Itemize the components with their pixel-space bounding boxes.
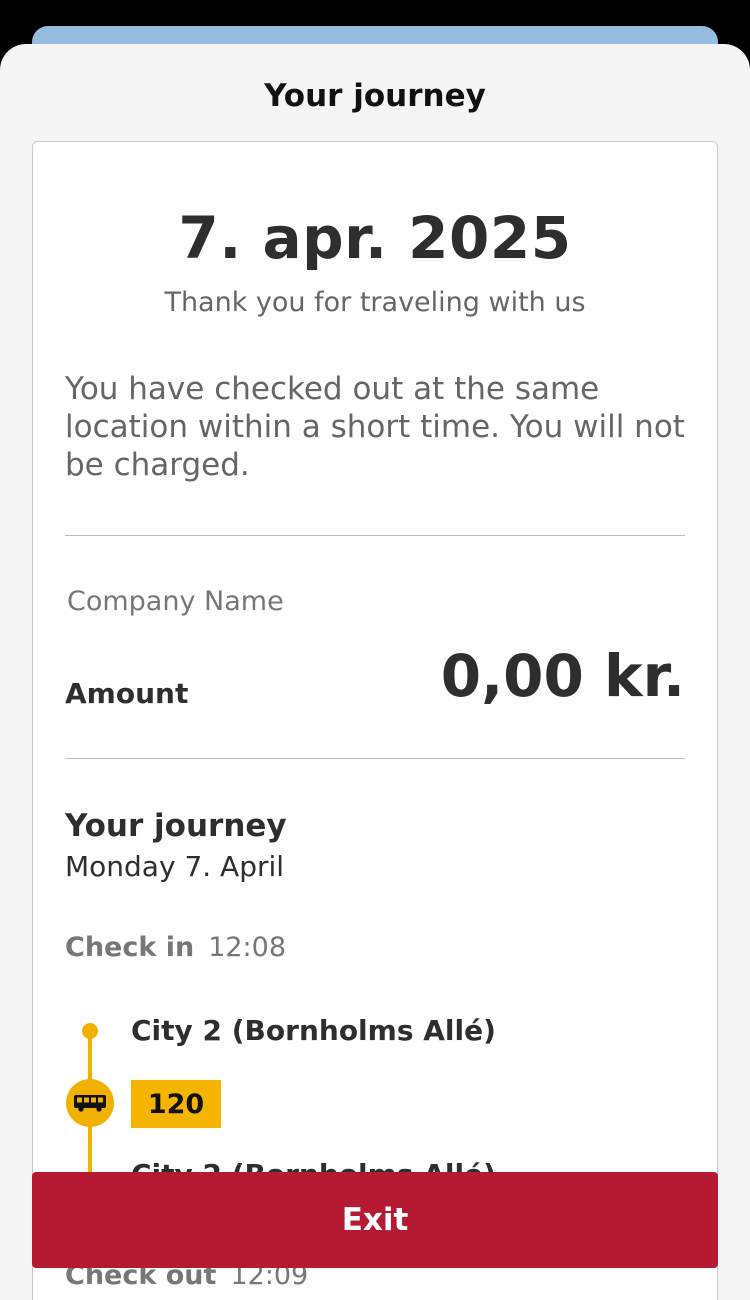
amount-value: 0,00 kr.: [440, 642, 685, 710]
company-name: Company Name: [67, 586, 284, 617]
thank-you-text: Thank you for traveling with us: [164, 287, 586, 318]
journey-day: Monday 7. April: [65, 850, 285, 883]
line-number-badge: 120: [131, 1080, 221, 1128]
amount-label: Amount: [65, 677, 189, 710]
journey-heading: Your journey: [65, 808, 287, 844]
receipt-date: 7. apr. 2025: [178, 204, 572, 272]
check-in-label: Check in: [65, 932, 195, 963]
bus-icon: [66, 1079, 114, 1127]
exit-button[interactable]: Exit: [32, 1172, 718, 1268]
check-in-time: 12:08: [208, 932, 286, 963]
origin-stop: City 2 (Bornholms Allé): [131, 1014, 496, 1047]
divider: [65, 535, 685, 536]
sheet-title: Your journey: [264, 78, 486, 114]
check-in-row: Check in 12:08: [65, 932, 286, 963]
receipt-card: 7. apr. 2025 Thank you for traveling wit…: [32, 141, 718, 1300]
journey-sheet: Your journey 7. apr. 2025 Thank you for …: [0, 44, 750, 1300]
stop-dot-icon: [82, 1023, 98, 1039]
charge-notice: You have checked out at the same locatio…: [65, 371, 685, 483]
divider: [65, 758, 685, 759]
